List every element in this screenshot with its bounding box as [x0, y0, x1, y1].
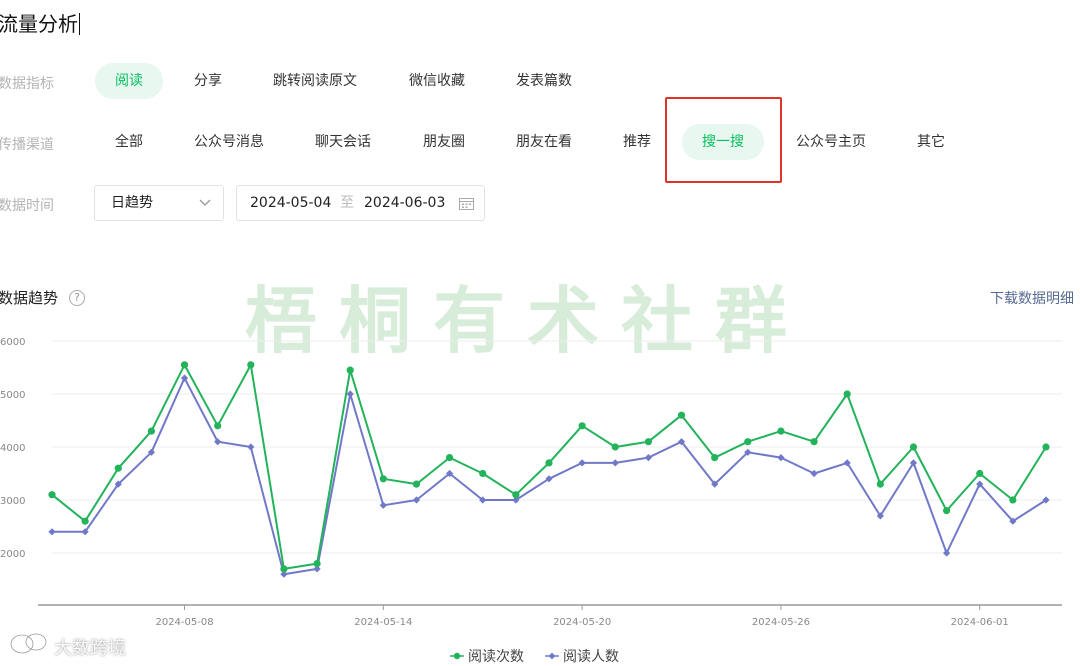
- question-circle-icon[interactable]: ?: [69, 290, 85, 306]
- metric-option-favorite[interactable]: 微信收藏: [409, 63, 465, 99]
- y-tick-label: 3000: [0, 496, 25, 507]
- date-range-picker[interactable]: 2024-05-04 至 2024-06-03: [236, 185, 485, 221]
- data-point-reads: [1042, 443, 1050, 451]
- date-end: 2024-06-03: [364, 195, 446, 211]
- data-point-reads: [744, 438, 752, 446]
- date-start: 2024-05-04: [250, 195, 332, 211]
- text-cursor: [79, 13, 80, 35]
- channel-option-all[interactable]: 全部: [115, 124, 143, 160]
- channel-option-account-message[interactable]: 公众号消息: [194, 124, 264, 160]
- y-tick-label: 4000: [0, 443, 25, 454]
- x-tick-label: 2024-05-26: [752, 617, 810, 628]
- data-point-reads: [1009, 496, 1017, 504]
- data-point-readers: [810, 469, 818, 478]
- filter-label-channel: 传播渠道: [0, 137, 54, 153]
- data-point-reads: [909, 443, 918, 451]
- chevron-down-icon: [199, 186, 211, 234]
- y-tick-label: 6000: [0, 337, 25, 348]
- data-point-readers: [214, 438, 222, 446]
- download-data-link[interactable]: 下载数据明细: [990, 288, 1074, 308]
- y-tick-label: 2000: [0, 549, 25, 560]
- legend-label: 阅读人数: [563, 648, 619, 665]
- filter-label-time: 数据时间: [0, 198, 54, 214]
- channel-option-recommend[interactable]: 推荐: [623, 124, 651, 160]
- data-point-readers: [180, 374, 189, 382]
- legend-marker: [548, 652, 556, 660]
- page-title: 流量分析: [0, 12, 80, 36]
- corner-logo-icon: [9, 632, 48, 655]
- y-tick-label: 5000: [0, 390, 25, 401]
- x-tick-label: 2024-05-08: [155, 617, 213, 628]
- trend-mode-value: 日趋势: [111, 195, 153, 211]
- data-point-reads: [247, 361, 255, 369]
- calendar-icon: [459, 198, 474, 210]
- metric-option-read[interactable]: 阅读: [95, 63, 163, 99]
- data-point-reads: [280, 565, 288, 573]
- trend-chart: 2000 3000 4000 5000 6000 2024-05-08 2024-05-1…: [0, 337, 1062, 665]
- x-tick-label: 2024-06-01: [951, 617, 1009, 628]
- data-point-reads: [147, 427, 155, 435]
- data-point-reads: [512, 491, 520, 499]
- annotation-highlight-box: [665, 97, 782, 183]
- corner-watermark: 大数跨境: [54, 638, 126, 659]
- series-line-0: [51, 363, 1047, 570]
- data-point-readers: [48, 528, 56, 536]
- data-point-reads: [976, 469, 984, 478]
- data-point-reads: [677, 411, 686, 419]
- filter-label-metric: 数据指标: [0, 76, 54, 92]
- channel-option-other[interactable]: 其它: [917, 124, 945, 160]
- channel-option-moments[interactable]: 朋友圈: [423, 124, 465, 160]
- data-point-readers: [611, 459, 619, 467]
- trend-mode-select[interactable]: 日趋势: [94, 185, 224, 221]
- data-point-reads: [611, 443, 619, 451]
- data-point-reads: [412, 480, 421, 488]
- channel-option-chat[interactable]: 聊天会话: [315, 124, 371, 160]
- metric-option-read-original[interactable]: 跳转阅读原文: [273, 63, 357, 99]
- data-point-readers: [379, 501, 387, 509]
- section-title: 数据趋势: [0, 289, 59, 307]
- data-point-reads: [81, 517, 89, 525]
- data-point-readers: [943, 549, 951, 557]
- data-point-reads: [180, 361, 189, 369]
- data-point-reads: [48, 491, 56, 499]
- metric-option-post-count[interactable]: 发表篇数: [516, 63, 572, 99]
- data-point-readers: [777, 454, 785, 462]
- data-point-readers: [346, 390, 354, 398]
- data-point-readers: [247, 443, 255, 451]
- date-separator: 至: [340, 195, 354, 211]
- x-tick-label: 2024-05-14: [354, 617, 412, 628]
- data-point-reads: [214, 422, 222, 430]
- x-tick-label: 2024-05-20: [553, 617, 611, 628]
- channel-option-account-home[interactable]: 公众号主页: [796, 124, 866, 160]
- data-point-reads: [810, 438, 818, 446]
- data-point-reads: [644, 438, 653, 446]
- data-point-reads: [346, 366, 354, 374]
- data-point-reads: [777, 427, 785, 435]
- legend-marker: [453, 652, 461, 660]
- data-point-readers: [644, 454, 652, 462]
- data-point-reads: [578, 422, 586, 430]
- data-point-reads: [379, 475, 387, 483]
- data-point-reads: [943, 507, 951, 515]
- data-point-reads: [479, 469, 487, 478]
- metric-option-share[interactable]: 分享: [194, 63, 222, 99]
- data-point-reads: [114, 464, 122, 472]
- data-point-reads: [545, 459, 553, 467]
- data-point-reads: [843, 390, 851, 398]
- data-point-reads: [711, 454, 719, 462]
- legend-label: 阅读次数: [468, 648, 524, 665]
- data-point-reads: [876, 480, 884, 488]
- data-point-readers: [578, 459, 586, 467]
- data-point-reads: [313, 560, 321, 568]
- channel-option-friends-watching[interactable]: 朋友在看: [516, 124, 572, 160]
- data-point-reads: [446, 454, 454, 462]
